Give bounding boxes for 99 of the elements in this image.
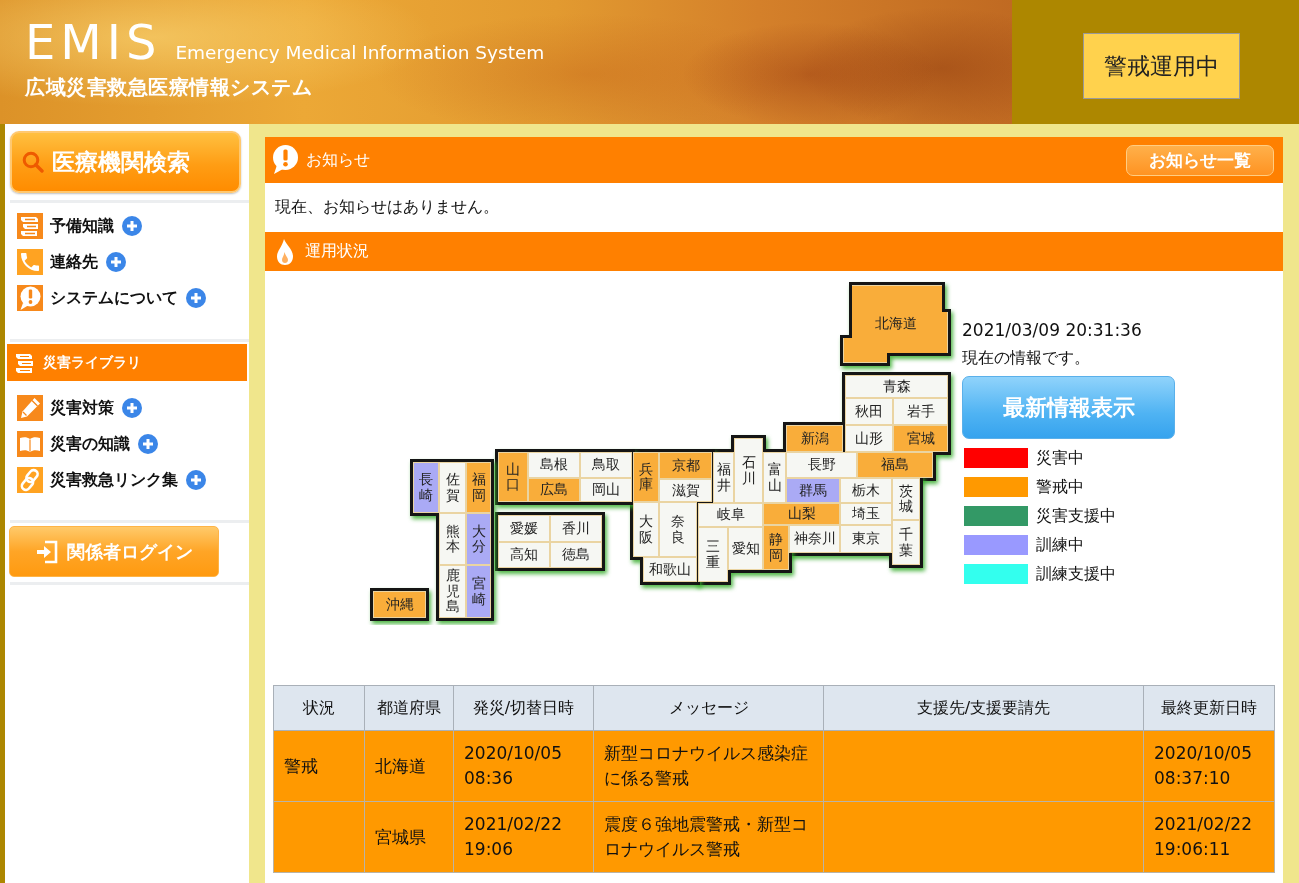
prefecture-cell[interactable]: 福島: [857, 452, 933, 478]
table-cell: 震度６強地震警戒・新型コロナウイルス警戒: [593, 801, 824, 873]
column-header: 発災/切替日時: [453, 685, 594, 731]
prefecture-cell[interactable]: 千葉: [892, 520, 920, 565]
alert-icon: [17, 285, 43, 311]
book-icon: [17, 431, 43, 457]
section-title: お知らせ: [306, 149, 370, 171]
prefecture-cell[interactable]: 沖縄: [373, 591, 426, 618]
prefecture-cell[interactable]: 東京: [840, 525, 892, 553]
plus-icon[interactable]: [186, 288, 206, 308]
table-cell: 宮城県: [364, 801, 454, 873]
prefecture-cell[interactable]: 広島: [528, 478, 580, 502]
prefecture-cell[interactable]: 熊本: [439, 513, 466, 565]
pencil-icon: [17, 395, 43, 421]
prefecture-cell[interactable]: 愛媛: [498, 515, 550, 542]
library-title: 災害ライブラリ: [43, 353, 141, 372]
table-cell: 新型コロナウイルス感染症に係る警戒: [593, 730, 824, 802]
prefecture-cell[interactable]: 福井: [713, 452, 734, 503]
prefecture-cell[interactable]: 神奈川: [789, 525, 840, 553]
legend-label: 訓練中: [1036, 534, 1084, 556]
prefecture-cell[interactable]: 大阪: [633, 502, 659, 557]
sidebar-link[interactable]: システムについて: [50, 287, 178, 309]
prefecture-cell[interactable]: 長崎: [413, 462, 439, 513]
prefecture-cell[interactable]: 茨城: [892, 478, 920, 520]
logo-text: EMIS: [25, 16, 162, 68]
prefecture-cell[interactable]: 香川: [550, 515, 602, 542]
prefecture-cell[interactable]: 高知: [498, 542, 550, 568]
books-icon: [17, 213, 43, 239]
prefecture-cell[interactable]: 奈良: [659, 502, 697, 557]
plus-icon[interactable]: [122, 216, 142, 236]
sidebar-link[interactable]: 連絡先: [50, 251, 98, 273]
chain-icon: [17, 467, 43, 493]
prefecture-cell[interactable]: 山形: [845, 425, 893, 452]
table-cell: 2021/02/22 19:06:11: [1143, 801, 1275, 873]
sidebar-link[interactable]: 予備知識: [50, 215, 114, 237]
prefecture-cell[interactable]: 兵庫: [633, 452, 659, 502]
flame-icon: [275, 237, 295, 266]
phone-icon: [17, 249, 43, 275]
alert-icon: [271, 145, 299, 175]
system-name: Emergency Medical Information System: [175, 42, 545, 63]
prefecture-cell[interactable]: 和歌山: [643, 557, 697, 582]
prefecture-cell[interactable]: 徳島: [550, 542, 602, 568]
prefecture-cell[interactable]: 静岡: [763, 525, 789, 570]
prefecture-cell[interactable]: 群馬: [786, 478, 840, 503]
prefecture-cell[interactable]: 石川: [734, 438, 763, 503]
prefecture-cell[interactable]: 岩手: [893, 398, 948, 425]
prefecture-cell[interactable]: 大分: [466, 513, 491, 565]
column-header: 状況: [273, 685, 365, 731]
plus-icon[interactable]: [186, 470, 206, 490]
legend-label: 災害中: [1036, 447, 1084, 469]
system-title: 広域災害救急医療情報システム: [25, 74, 312, 101]
notice-message: 現在、お知らせはありません。: [275, 197, 499, 218]
status-badge: 警戒運用中: [1083, 33, 1240, 99]
prefecture-cell[interactable]: 島根: [528, 452, 580, 478]
info-note: 現在の情報です。: [962, 347, 1090, 369]
column-header: 最終更新日時: [1143, 685, 1275, 731]
table-cell: 2021/02/22 19:06: [453, 801, 594, 873]
table-cell: 北海道: [364, 730, 454, 802]
plus-icon[interactable]: [122, 398, 142, 418]
sidebar-link[interactable]: 災害救急リンク集: [50, 469, 178, 491]
prefecture-cell[interactable]: 鳥取: [580, 452, 632, 478]
prefecture-cell[interactable]: 山梨: [763, 503, 840, 525]
prefecture-cell[interactable]: 佐賀: [439, 462, 466, 513]
legend-label: 災害支援中: [1036, 505, 1116, 527]
plus-icon[interactable]: [138, 434, 158, 454]
section-title: 運用状況: [305, 241, 369, 262]
prefecture-cell[interactable]: 岐阜: [698, 503, 763, 527]
prefecture-cell[interactable]: 秋田: [845, 398, 893, 425]
update-timestamp: 2021/03/09 20:31:36: [962, 319, 1142, 342]
table-cell: 2020/10/05 08:37:10: [1143, 730, 1275, 802]
table-cell: 警戒: [273, 730, 365, 802]
prefecture-cell[interactable]: 富山: [763, 452, 786, 503]
column-header: メッセージ: [593, 685, 824, 731]
login-icon: [35, 538, 58, 565]
prefecture-cell[interactable]: 長野: [786, 452, 857, 478]
prefecture-cell[interactable]: 岡山: [580, 478, 632, 502]
legend-label: 警戒中: [1036, 476, 1084, 498]
prefecture-cell[interactable]: 青森: [845, 375, 948, 398]
prefecture-cell[interactable]: 埼玉: [840, 503, 892, 525]
sidebar-link[interactable]: 災害の知識: [50, 433, 130, 455]
prefecture-cell[interactable]: 滋賀: [659, 479, 712, 502]
prefecture-cell[interactable]: 鹿児島: [439, 565, 466, 618]
legend-label: 訓練支援中: [1036, 563, 1116, 585]
column-header: 支援先/支援要請先: [823, 685, 1144, 731]
plus-icon[interactable]: [106, 252, 126, 272]
prefecture-cell[interactable]: 栃木: [840, 478, 892, 503]
prefecture-cell[interactable]: 宮崎: [466, 565, 491, 618]
sidebar-link[interactable]: 災害対策: [50, 397, 114, 419]
prefecture-cell[interactable]: 福岡: [466, 462, 491, 513]
prefecture-cell[interactable]: 三重: [698, 527, 728, 582]
prefecture-cell[interactable]: 新潟: [786, 425, 843, 452]
prefecture-cell[interactable]: 京都: [659, 452, 712, 479]
prefecture-cell[interactable]: 山口: [498, 452, 528, 502]
search-icon: [22, 151, 44, 173]
prefecture-cell[interactable]: 宮城: [893, 425, 948, 452]
table-cell: 2020/10/05 08:36: [453, 730, 594, 802]
column-header: 都道府県: [364, 685, 454, 731]
prefecture-cell[interactable]: 北海道: [843, 285, 948, 363]
prefecture-cell[interactable]: 愛知: [728, 527, 763, 570]
